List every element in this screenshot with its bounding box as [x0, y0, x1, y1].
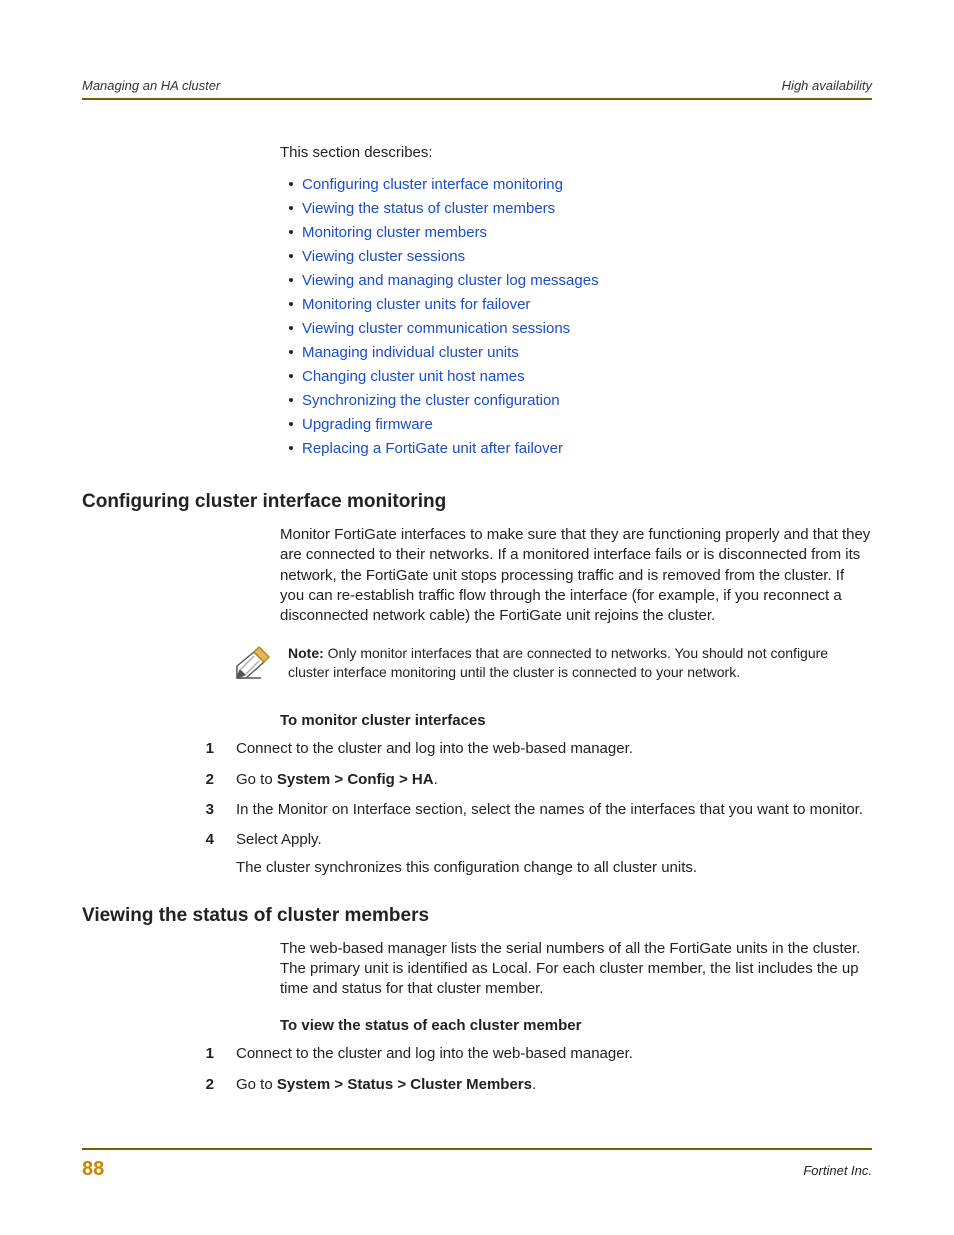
header-left: Managing an HA cluster [82, 78, 220, 93]
step-bold-path: System > Config > HA [277, 771, 434, 788]
bullet-icon: • [280, 245, 302, 269]
step-number: 2 [192, 1075, 236, 1095]
toc-link[interactable]: Monitoring cluster members [302, 221, 487, 245]
intro-text: This section describes: [280, 144, 872, 161]
procedure-heading: To monitor cluster interfaces [280, 712, 872, 729]
step-text: Go to System > Status > Cluster Members. [236, 1075, 872, 1095]
header-right: High availability [782, 78, 872, 93]
toc-list-item: •Synchronizing the cluster configuration [280, 389, 872, 413]
page-footer: 88 Fortinet Inc. [82, 1148, 872, 1181]
toc-list-item: •Configuring cluster interface monitorin… [280, 173, 872, 197]
toc-list-item: •Changing cluster unit host names [280, 365, 872, 389]
procedure-steps-1: 1Connect to the cluster and log into the… [236, 739, 872, 878]
note-text: Note: Only monitor interfaces that are c… [288, 644, 872, 682]
toc-list-item: •Monitoring cluster units for failover [280, 293, 872, 317]
toc-list-item: •Monitoring cluster members [280, 221, 872, 245]
step-number: 3 [192, 800, 236, 820]
procedure-heading: To view the status of each cluster membe… [280, 1017, 872, 1034]
toc-link[interactable]: Viewing and managing cluster log message… [302, 269, 599, 293]
body-column: This section describes: •Configuring clu… [280, 144, 872, 461]
toc-link[interactable]: Viewing cluster sessions [302, 245, 465, 269]
step-text: In the Monitor on Interface section, sel… [236, 800, 872, 820]
toc-link[interactable]: Viewing the status of cluster members [302, 197, 555, 221]
toc-list-item: •Replacing a FortiGate unit after failov… [280, 437, 872, 461]
section-para: The web-based manager lists the serial n… [280, 939, 872, 1000]
note-body: Only monitor interfaces that are connect… [288, 645, 828, 680]
section-viewing-status: Viewing the status of cluster members Th… [82, 905, 872, 1095]
step-item: 1Connect to the cluster and log into the… [236, 739, 872, 759]
bullet-icon: • [280, 293, 302, 317]
toc-link[interactable]: Changing cluster unit host names [302, 365, 525, 389]
note-pencil-icon [232, 644, 272, 684]
bullet-icon: • [280, 269, 302, 293]
step-item: 2Go to System > Status > Cluster Members… [236, 1075, 872, 1095]
company-name: Fortinet Inc. [803, 1163, 872, 1178]
bullet-icon: • [280, 437, 302, 461]
toc-link[interactable]: Configuring cluster interface monitoring [302, 173, 563, 197]
note-block: Note: Only monitor interfaces that are c… [232, 644, 872, 684]
step-bold-path: System > Status > Cluster Members [277, 1076, 532, 1093]
toc-list-item: •Viewing cluster sessions [280, 245, 872, 269]
step-text: Select Apply.The cluster synchronizes th… [236, 830, 872, 879]
step-number: 4 [192, 830, 236, 850]
step-extra-text: The cluster synchronizes this configurat… [236, 858, 872, 878]
toc-link[interactable]: Upgrading firmware [302, 413, 433, 437]
section-title: Configuring cluster interface monitoring [82, 491, 872, 513]
step-item: 2Go to System > Config > HA. [236, 770, 872, 790]
bullet-icon: • [280, 173, 302, 197]
step-number: 2 [192, 770, 236, 790]
bullet-icon: • [280, 365, 302, 389]
section-para: Monitor FortiGate interfaces to make sur… [280, 525, 872, 626]
toc-link[interactable]: Managing individual cluster units [302, 341, 519, 365]
running-header: Managing an HA cluster High availability [82, 78, 872, 98]
header-rule [82, 98, 872, 100]
step-item: 3In the Monitor on Interface section, se… [236, 800, 872, 820]
toc-list-item: •Viewing the status of cluster members [280, 197, 872, 221]
toc-list-item: •Upgrading firmware [280, 413, 872, 437]
toc-link[interactable]: Synchronizing the cluster configuration [302, 389, 560, 413]
toc-link[interactable]: Monitoring cluster units for failover [302, 293, 530, 317]
toc-link[interactable]: Viewing cluster communication sessions [302, 317, 570, 341]
step-item: 1Connect to the cluster and log into the… [236, 1044, 872, 1064]
step-number: 1 [192, 1044, 236, 1064]
bullet-icon: • [280, 413, 302, 437]
procedure-steps-2: 1Connect to the cluster and log into the… [236, 1044, 872, 1095]
footer-rule [82, 1148, 872, 1150]
step-text: Connect to the cluster and log into the … [236, 739, 872, 759]
section-title: Viewing the status of cluster members [82, 905, 872, 927]
bullet-icon: • [280, 197, 302, 221]
bullet-icon: • [280, 221, 302, 245]
step-item: 4Select Apply.The cluster synchronizes t… [236, 830, 872, 879]
bullet-icon: • [280, 317, 302, 341]
note-label: Note: [288, 645, 324, 661]
toc-link[interactable]: Replacing a FortiGate unit after failove… [302, 437, 563, 461]
step-number: 1 [192, 739, 236, 759]
toc-list-item: •Viewing cluster communication sessions [280, 317, 872, 341]
section-configuring: Configuring cluster interface monitoring… [82, 491, 872, 879]
toc-list-item: •Managing individual cluster units [280, 341, 872, 365]
toc-link-list: •Configuring cluster interface monitorin… [280, 173, 872, 461]
bullet-icon: • [280, 389, 302, 413]
document-page: Managing an HA cluster High availability… [0, 0, 954, 1235]
toc-list-item: •Viewing and managing cluster log messag… [280, 269, 872, 293]
bullet-icon: • [280, 341, 302, 365]
step-text: Go to System > Config > HA. [236, 770, 872, 790]
step-text: Connect to the cluster and log into the … [236, 1044, 872, 1064]
page-number: 88 [82, 1158, 104, 1181]
